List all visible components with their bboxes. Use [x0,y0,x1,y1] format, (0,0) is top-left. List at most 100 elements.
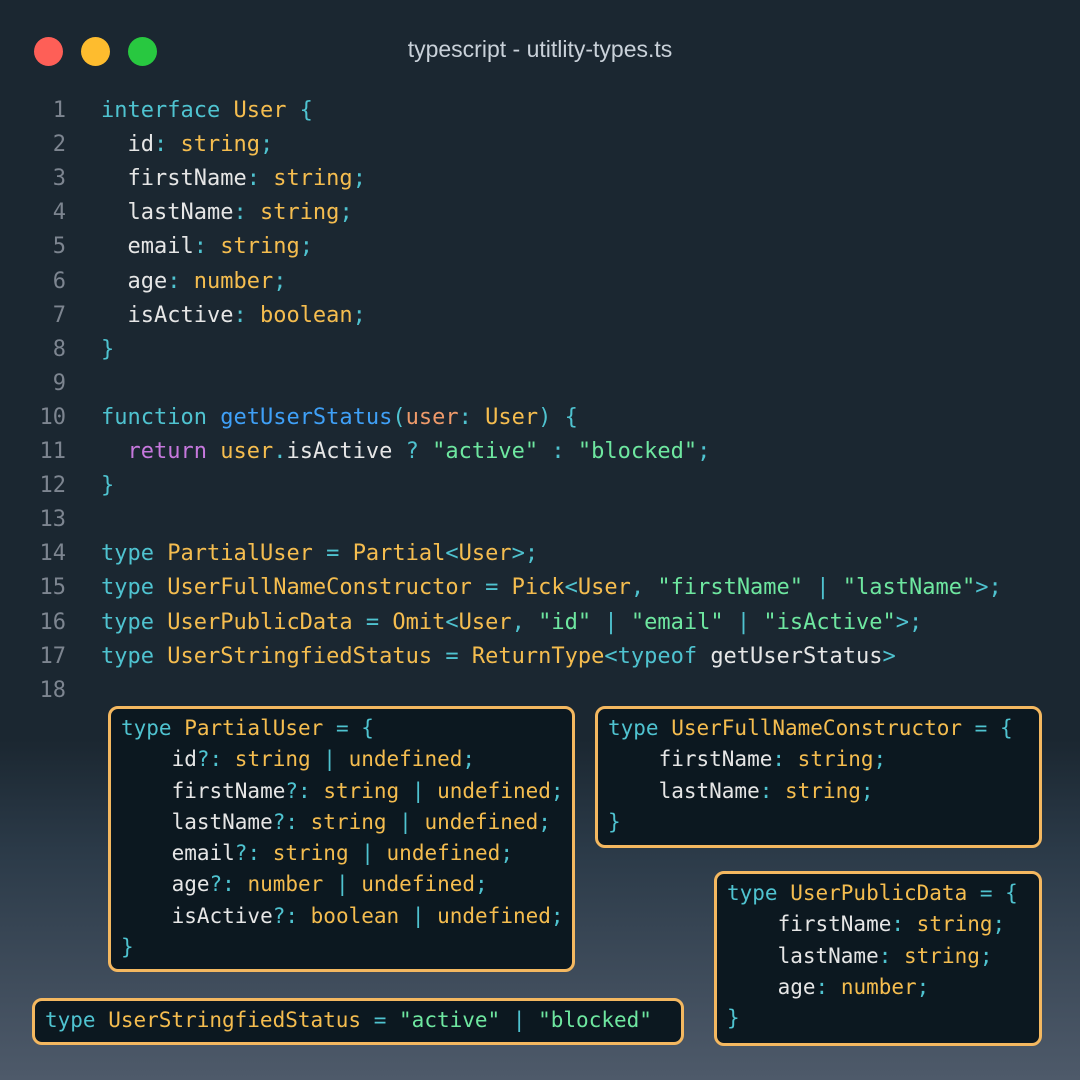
code-token: isActive [286,439,406,464]
code-token: { [286,98,313,123]
code-token: ; [475,872,488,897]
code-token: type [727,881,791,905]
code-token: | [803,575,843,601]
line-number: 17 [39,643,67,669]
type-line: id?: string | undefined; [121,744,562,775]
code-token: ; [979,943,993,968]
code-token: ?: [272,809,311,834]
code-token: : [233,200,260,226]
code-token: ; [299,234,313,260]
code-token: firstName [101,166,247,192]
code-token: ; [873,747,887,772]
line-number: 7 [52,302,66,328]
type-line: type UserFullNameConstructor = { [608,713,1029,744]
code-token: : [759,778,786,803]
public-data-result-box: type UserPublicData = { firstName: strin… [714,871,1042,1046]
code-token: isActive [101,302,234,328]
code-token: ; [352,302,366,328]
code-token: type [608,716,672,740]
code-token: | [399,778,438,803]
code-token: type [101,643,168,669]
code-token: : [891,912,917,937]
line-number: 12 [39,473,67,499]
line-number: 13 [39,507,67,533]
code-token: = [352,609,393,635]
code-token: number [193,268,274,294]
code-token: , [511,609,539,635]
code-token: "email" [630,609,724,635]
type-line: } [727,1003,1029,1034]
code-editor-window: typescript - utitlity-types.ts 1 interfac… [0,0,1080,1080]
code-token: ; [339,200,353,226]
line-number: 3 [52,166,66,192]
code-token: } [101,336,115,362]
code-token: string [797,747,874,772]
code-token: : [538,439,578,464]
line-code: id: string; [101,128,273,162]
line-number: 14 [39,541,67,567]
code-token: string [323,778,400,803]
code-token: < [445,609,459,635]
type-line: email?: string | undefined; [121,838,562,869]
code-token: number [247,872,324,897]
line-code: return user.isActive ? "active" : "block… [101,435,711,469]
code-token: undefined [361,872,476,897]
code-token: firstName [608,747,773,772]
code-token: = [471,575,512,601]
line-code: type UserFullNameConstructor = Pick<User… [101,571,1002,605]
line-code: } [101,333,114,367]
type-line: firstName?: string | undefined; [121,776,564,807]
line-number: 5 [52,234,66,260]
code-token: getUserStatus [710,643,883,669]
code-token: | [723,609,764,635]
code-token: lastName [608,778,760,803]
code-token: >; [511,541,539,567]
code-token: type [101,575,168,601]
line-number: 6 [52,268,66,294]
code-token: Omit [392,609,446,635]
code-token: undefined [437,903,551,928]
code-token: | [310,747,349,772]
line-number: 4 [52,200,66,226]
code-token: interface [101,98,234,123]
code-token: email [121,841,235,866]
code-token: = { [323,716,374,740]
type-line: } [608,807,1029,838]
code-token: : [233,302,260,328]
code-token: "blocked" [538,1008,652,1032]
code-token: ; [697,439,711,464]
line-number: 18 [39,677,67,703]
code-token: "firstName" [657,575,804,601]
code-token: | [500,1008,539,1032]
code-token: type [45,1008,109,1032]
partial-user-result-box: type PartialUser = { id?: string | undef… [108,706,575,972]
line-code: type PartialUser = Partial<User>; [101,537,538,571]
code-token: ; [273,268,287,294]
line-number: 8 [52,336,66,362]
type-line: type UserPublicData = { [727,878,1029,909]
code-token: < [564,575,578,601]
type-line: age?: number | undefined; [121,869,562,900]
line-number: 2 [52,132,66,158]
line-code: type UserPublicData = Omit<User, "id" | … [101,606,922,640]
code-token: UserPublicData [790,881,968,905]
code-token: : [772,747,798,772]
code-token: UserStringfiedStatus [108,1008,362,1032]
code-token: : [153,132,181,158]
code-token: : [878,943,905,968]
type-line: } [121,932,562,963]
code-token: UserFullNameConstructor [167,575,472,601]
code-token: ; [500,841,513,866]
code-token: | [591,609,631,635]
code-token: "id" [538,609,592,635]
code-token: email [101,234,194,260]
code-token: ; [916,974,930,999]
code-token: getUserStatus [220,404,393,430]
code-token: ; [538,809,551,834]
line-code: type UserStringfiedStatus = ReturnType<t… [101,640,896,674]
code-token: ; [352,166,366,192]
code-token: } [101,473,115,499]
code-token: type [121,716,185,740]
code-token: . [273,439,287,464]
code-token: User [233,98,287,123]
